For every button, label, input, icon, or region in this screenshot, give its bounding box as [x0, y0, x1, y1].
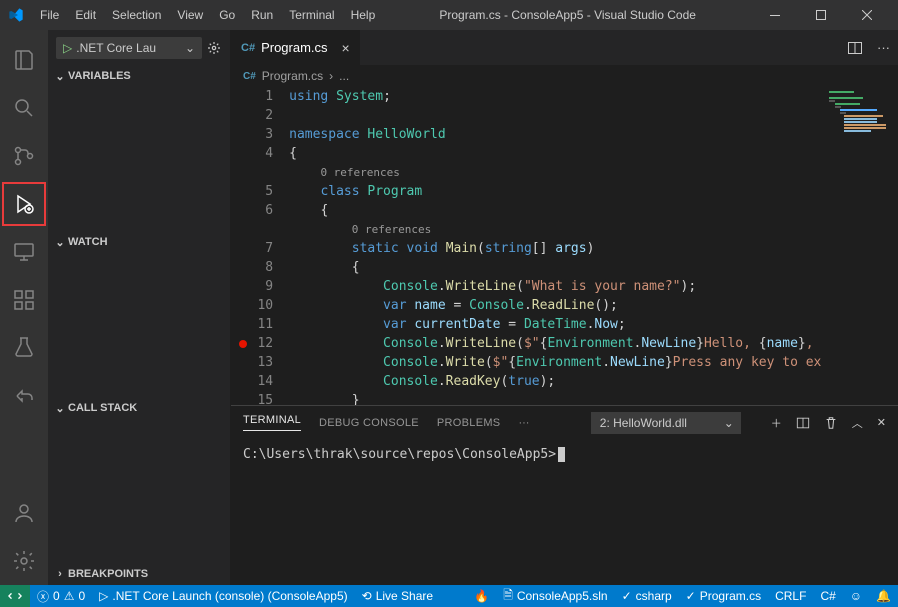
debug-config-name: .NET Core Lau — [76, 41, 156, 55]
callstack-label: Call Stack — [68, 402, 137, 414]
status-solution[interactable]: 🗎 ConsoleApp5.sln — [496, 585, 614, 607]
explorer-icon[interactable] — [0, 36, 48, 84]
test-icon[interactable] — [0, 324, 48, 372]
more-actions-icon[interactable]: ··· — [877, 40, 890, 55]
breakpoints-section-header[interactable]: › Breakpoints — [48, 563, 230, 585]
breakpoints-label: Breakpoints — [68, 568, 148, 580]
flame-icon: 🔥 — [474, 589, 489, 603]
chevron-down-icon: ⌄ — [52, 70, 68, 83]
liveshare-icon[interactable] — [0, 372, 48, 420]
menu-edit[interactable]: Edit — [67, 8, 104, 22]
breakpoint-icon[interactable] — [239, 340, 247, 348]
tab-filename: Program.cs — [261, 40, 327, 55]
callstack-section-header[interactable]: ⌄ Call Stack — [48, 397, 230, 419]
variables-section-header[interactable]: ⌄ Variables — [48, 65, 230, 87]
line-number-gutter: 1234 56 789101112131415 — [231, 87, 289, 405]
vscode-logo-icon — [8, 7, 24, 23]
debug-sidebar: ▷ .NET Core Lau ⌄ ⌄ Variables ⌄ Watch ⌄ … — [48, 30, 231, 585]
status-language[interactable]: C# — [813, 585, 842, 607]
debug-config-select[interactable]: ▷ .NET Core Lau ⌄ — [56, 37, 202, 59]
bottom-panel: TERMINAL DEBUG CONSOLE PROBLEMS ··· 2: H… — [231, 405, 898, 585]
status-liveshare[interactable]: ⟲ Live Share — [355, 585, 440, 607]
source-control-icon[interactable] — [0, 132, 48, 180]
status-flame[interactable]: 🔥 — [467, 585, 496, 607]
status-csharp[interactable]: ✓ csharp — [615, 585, 679, 607]
watch-section-header[interactable]: ⌄ Watch — [48, 231, 230, 253]
check-icon: ✓ — [622, 589, 632, 603]
liveshare-icon: ⟲ — [362, 589, 372, 603]
menu-run[interactable]: Run — [243, 8, 281, 22]
account-icon[interactable] — [0, 489, 48, 537]
trash-icon[interactable] — [824, 416, 838, 430]
run-debug-icon[interactable] — [0, 180, 48, 228]
titlebar: File Edit Selection View Go Run Terminal… — [0, 0, 898, 30]
menu-file[interactable]: File — [32, 8, 67, 22]
new-terminal-icon[interactable]: ＋ — [771, 415, 782, 431]
codelens-references[interactable]: 0 references — [352, 223, 431, 236]
editor-tabs: C# Program.cs × ··· — [231, 30, 898, 65]
status-bar: ⓧ0 ⚠0 ▷ .NET Core Launch (console) (Cons… — [0, 585, 898, 607]
codelens-references[interactable]: 0 references — [320, 166, 399, 179]
remote-indicator[interactable] — [0, 585, 30, 607]
extensions-icon[interactable] — [0, 276, 48, 324]
breadcrumb-file: Program.cs — [262, 69, 323, 83]
variables-label: Variables — [68, 70, 131, 82]
maximize-panel-icon[interactable]: ︿ — [852, 415, 863, 431]
activity-bar — [0, 30, 48, 585]
menu-terminal[interactable]: Terminal — [281, 8, 342, 22]
status-eol[interactable]: CRLF — [768, 585, 813, 607]
status-bell-icon[interactable]: 🔔 — [869, 585, 898, 607]
code-content[interactable]: using System; namespace HelloWorld { 0 r… — [289, 87, 821, 405]
remote-explorer-icon[interactable] — [0, 228, 48, 276]
check-icon: ✓ — [686, 589, 696, 603]
status-feedback-icon[interactable]: ☺ — [843, 585, 869, 607]
breadcrumb-more: ... — [339, 69, 349, 83]
status-errors[interactable]: ⓧ0 ⚠0 — [30, 585, 92, 607]
chevron-down-icon: ⌄ — [52, 402, 68, 415]
minimize-button[interactable] — [752, 0, 798, 30]
close-panel-icon[interactable]: ✕ — [877, 416, 886, 429]
panel-tab-terminal[interactable]: TERMINAL — [243, 414, 301, 431]
menu-view[interactable]: View — [169, 8, 211, 22]
breadcrumb[interactable]: C# Program.cs › ... — [231, 65, 898, 87]
warning-icon: ⚠ — [64, 589, 75, 603]
panel-tab-debug-console[interactable]: DEBUG CONSOLE — [319, 417, 419, 429]
terminal-prompt: C:\Users\thrak\source\repos\ConsoleApp5> — [243, 447, 556, 462]
status-debug-config[interactable]: ▷ .NET Core Launch (console) (ConsoleApp… — [92, 585, 354, 607]
window-title: Program.cs - ConsoleApp5 - Visual Studio… — [383, 8, 752, 22]
chevron-right-icon: › — [52, 568, 68, 580]
folder-icon: 🗎 — [503, 586, 513, 607]
terminal[interactable]: C:\Users\thrak\source\repos\ConsoleApp5> — [231, 439, 898, 585]
code-editor[interactable]: 1234 56 789101112131415 using System; na… — [231, 87, 898, 405]
csharp-file-icon: C# — [241, 42, 255, 54]
menu-selection[interactable]: Selection — [104, 8, 169, 22]
debug-icon: ▷ — [99, 589, 108, 603]
close-button[interactable] — [844, 0, 890, 30]
maximize-button[interactable] — [798, 0, 844, 30]
terminal-cursor — [558, 447, 565, 462]
breadcrumb-sep: › — [329, 69, 333, 83]
status-analyzer[interactable]: ✓ Program.cs — [679, 585, 768, 607]
debug-settings-icon[interactable] — [206, 40, 222, 56]
watch-label: Watch — [68, 236, 108, 248]
chevron-down-icon: ⌄ — [52, 236, 68, 249]
split-editor-icon[interactable] — [847, 40, 863, 56]
tab-program-cs[interactable]: C# Program.cs × — [231, 30, 361, 65]
terminal-select-label: 2: HelloWorld.dll — [600, 416, 687, 430]
minimap[interactable] — [821, 87, 898, 405]
split-terminal-icon[interactable] — [796, 416, 810, 430]
panel-tab-problems[interactable]: PROBLEMS — [437, 417, 501, 429]
menu-go[interactable]: Go — [211, 8, 243, 22]
play-icon: ▷ — [63, 41, 72, 55]
close-tab-icon[interactable]: × — [342, 40, 350, 56]
panel-more-icon[interactable]: ··· — [518, 417, 529, 429]
error-icon: ⓧ — [37, 588, 49, 605]
csharp-file-icon: C# — [243, 71, 256, 82]
search-icon[interactable] — [0, 84, 48, 132]
menu-help[interactable]: Help — [343, 8, 384, 22]
settings-gear-icon[interactable] — [0, 537, 48, 585]
terminal-select[interactable]: 2: HelloWorld.dll — [591, 412, 741, 434]
